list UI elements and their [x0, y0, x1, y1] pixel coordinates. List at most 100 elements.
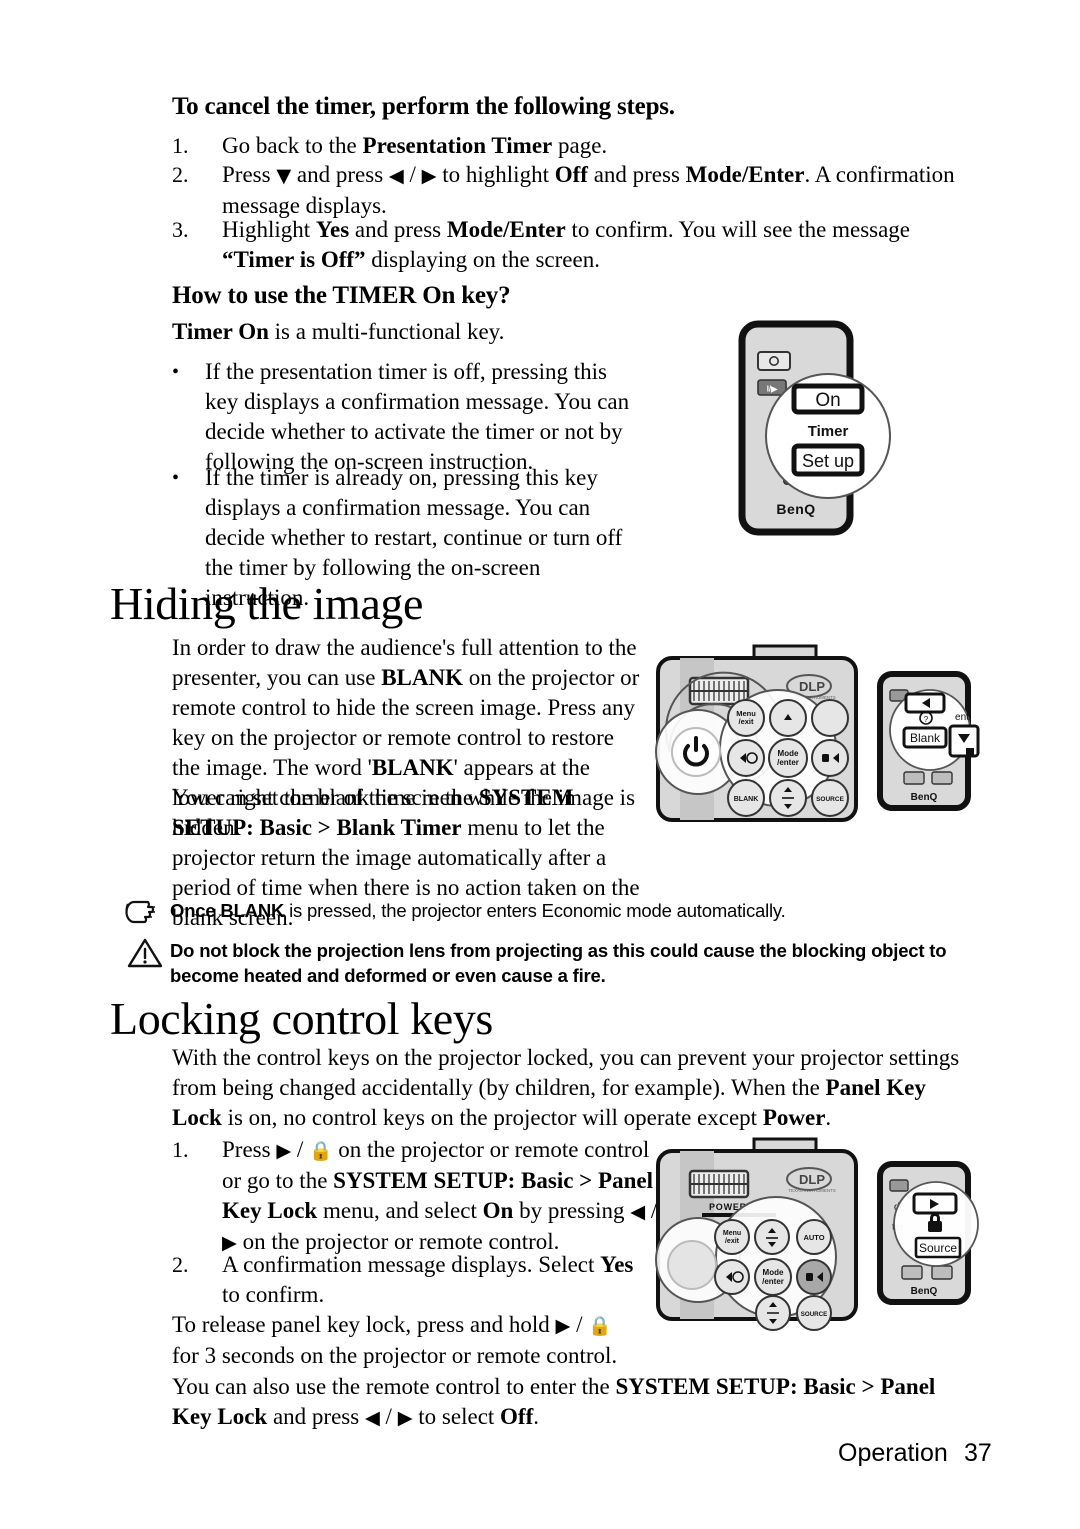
- step-number: 1.: [172, 133, 189, 158]
- svg-text:/enter: /enter: [777, 758, 799, 767]
- arrow-icon: ▶: [555, 1314, 571, 1337]
- arrow-icon: ▶: [397, 1406, 413, 1429]
- step-number: 2.: [172, 1252, 189, 1277]
- bold-run: Mode/Enter: [446, 217, 566, 242]
- lock-icon: 🔒: [309, 1140, 333, 1162]
- remote-enter-partial-label: ent: [955, 712, 969, 723]
- arrow-icon: ◀: [364, 1406, 380, 1429]
- svg-text:Mode: Mode: [778, 749, 799, 758]
- text-run: A confirmation message displays. Select: [222, 1252, 601, 1277]
- arrow-icon: ◀: [388, 164, 404, 187]
- bold-run: BLANK: [371, 755, 454, 780]
- projector-blank-illustration: DLP TEXAS INSTRUMENTS Menu /exit Mode /e…: [636, 640, 876, 835]
- text-run: Press: [222, 162, 277, 187]
- arrow-icon: ▼: [276, 164, 292, 187]
- step-number: 3.: [172, 217, 189, 242]
- locking-release-paragraph: To release panel key lock, press and hol…: [172, 1310, 642, 1371]
- text-run: to select: [412, 1404, 501, 1429]
- svg-text:SOURCE: SOURCE: [801, 1311, 827, 1318]
- text-run: and press: [291, 162, 389, 187]
- text-run: Press: [222, 1137, 277, 1162]
- svg-text:SOURCE: SOURCE: [816, 796, 844, 803]
- text-run: /: [403, 162, 422, 187]
- note-economic-mode: Once BLANK is pressed, the projector ent…: [170, 898, 970, 923]
- text-run: for 3 seconds on the projector or remote…: [172, 1343, 618, 1368]
- text-run: to highlight: [436, 162, 555, 187]
- warning-triangle-icon: [127, 937, 163, 969]
- heading-cancel-timer: To cancel the timer, perform the followi…: [172, 93, 675, 120]
- step-text: Press ▼ and press ◀ / ▶ to highlight Off…: [222, 160, 972, 221]
- bullet-text: If the presentation timer is off, pressi…: [205, 359, 630, 474]
- remote-key-setup-label: Set up: [802, 451, 854, 471]
- bold-run: Mode/Enter: [685, 162, 805, 187]
- remote-brand-timer: BenQ: [776, 501, 815, 517]
- bold-run: Presentation Timer: [362, 133, 553, 158]
- text-run: You can also use the remote control to e…: [172, 1374, 616, 1399]
- footer-section-label: Operation: [838, 1439, 948, 1467]
- step-number: 2.: [172, 162, 189, 187]
- remote-key-source-label: Source: [919, 1241, 957, 1255]
- remote-control-lock-illustration: BenQ de ter Source: [874, 1158, 986, 1313]
- remote-timer-label: Timer: [808, 423, 849, 440]
- text-run: You can set the blank time in the: [172, 785, 479, 810]
- svg-text:DLP: DLP: [799, 1172, 825, 1187]
- svg-text:/exit: /exit: [725, 1238, 740, 1245]
- remote-control-timer-illustration: I/▶ BenQ On Timer Set up: [736, 318, 916, 543]
- svg-text:/exit: /exit: [738, 717, 754, 726]
- remote-key-on-label: On: [815, 390, 840, 411]
- bold-run: Yes: [315, 217, 350, 242]
- text-run: is on, no control keys on the projector …: [221, 1105, 763, 1130]
- manual-page: To cancel the timer, perform the followi…: [0, 0, 1080, 1529]
- step-text: Highlight Yes and press Mode/Enter to co…: [222, 215, 972, 275]
- arrow-icon: ▶: [421, 164, 437, 187]
- heading-locking-control-keys: Locking control keys: [110, 993, 493, 1044]
- bold-run: On: [482, 1198, 514, 1223]
- note-do-not-block-lens: Do not block the projection lens from pr…: [170, 938, 970, 988]
- bold-run: BLANK: [381, 665, 463, 690]
- projector-lock-illustration: DLP TEXAS INSTRUMENTS POWER Menu /exit A…: [636, 1135, 876, 1335]
- text-run: to confirm.: [222, 1282, 325, 1307]
- text-run: /: [570, 1312, 589, 1337]
- lock-icon: 🔒: [588, 1315, 612, 1337]
- remote-control-blank-illustration: BenQ ? ent Blank: [874, 668, 986, 818]
- text-run: menu, and select: [317, 1198, 483, 1223]
- arrow-icon: ▶: [276, 1139, 292, 1162]
- heading-timer-on-key: How to use the TIMER On key?: [172, 282, 511, 309]
- note-bold-run: Once BLANK: [170, 900, 285, 921]
- locking-intro-paragraph: With the control keys on the projector l…: [172, 1043, 970, 1133]
- text-run: and press: [587, 162, 686, 187]
- step-text: A confirmation message displays. Select …: [222, 1250, 642, 1310]
- bullet-marker: •: [172, 361, 180, 383]
- step-text: Go back to the Presentation Timer page.: [222, 131, 972, 161]
- bold-run: Power: [762, 1105, 826, 1130]
- bold-run: Off: [500, 1404, 534, 1429]
- svg-text:DLP: DLP: [799, 679, 825, 694]
- svg-text:?: ?: [924, 715, 929, 724]
- text-run: by pressing: [513, 1198, 631, 1223]
- svg-text:Menu: Menu: [723, 1230, 741, 1237]
- text-run: displaying on the screen.: [365, 247, 600, 272]
- svg-text:I/▶: I/▶: [767, 385, 778, 394]
- bullet-marker: •: [172, 467, 180, 489]
- text-run: To release panel key lock, press and hol…: [172, 1312, 556, 1337]
- text-run: to confirm. You will see the message: [565, 217, 911, 242]
- text-run: page.: [552, 133, 608, 158]
- svg-text:BLANK: BLANK: [734, 796, 759, 803]
- timer-on-intro: Timer On is a multi-functional key.: [172, 317, 732, 347]
- text-run: and press: [349, 217, 447, 242]
- text-run: .: [825, 1105, 832, 1130]
- bold-run: Yes: [600, 1252, 634, 1277]
- step-text: Press ▶ / 🔒 on the projector or remote c…: [222, 1135, 662, 1258]
- note-bold-run: Do not block the projection lens from pr…: [170, 940, 947, 986]
- text-run: /: [291, 1137, 310, 1162]
- text-run: .: [533, 1404, 540, 1429]
- text-run: /: [379, 1404, 398, 1429]
- note-text-run: is pressed, the projector enters Economi…: [284, 900, 786, 921]
- svg-text:Mode: Mode: [763, 1268, 784, 1277]
- text-run: Highlight: [222, 217, 316, 242]
- heading-hiding-the-image: Hiding the image: [110, 578, 423, 629]
- remote-brand-lock: BenQ: [911, 1286, 938, 1297]
- step-number: 1.: [172, 1137, 189, 1162]
- remote-key-blank-label: Blank: [910, 731, 941, 745]
- bold-run: “Timer is Off”: [222, 247, 366, 272]
